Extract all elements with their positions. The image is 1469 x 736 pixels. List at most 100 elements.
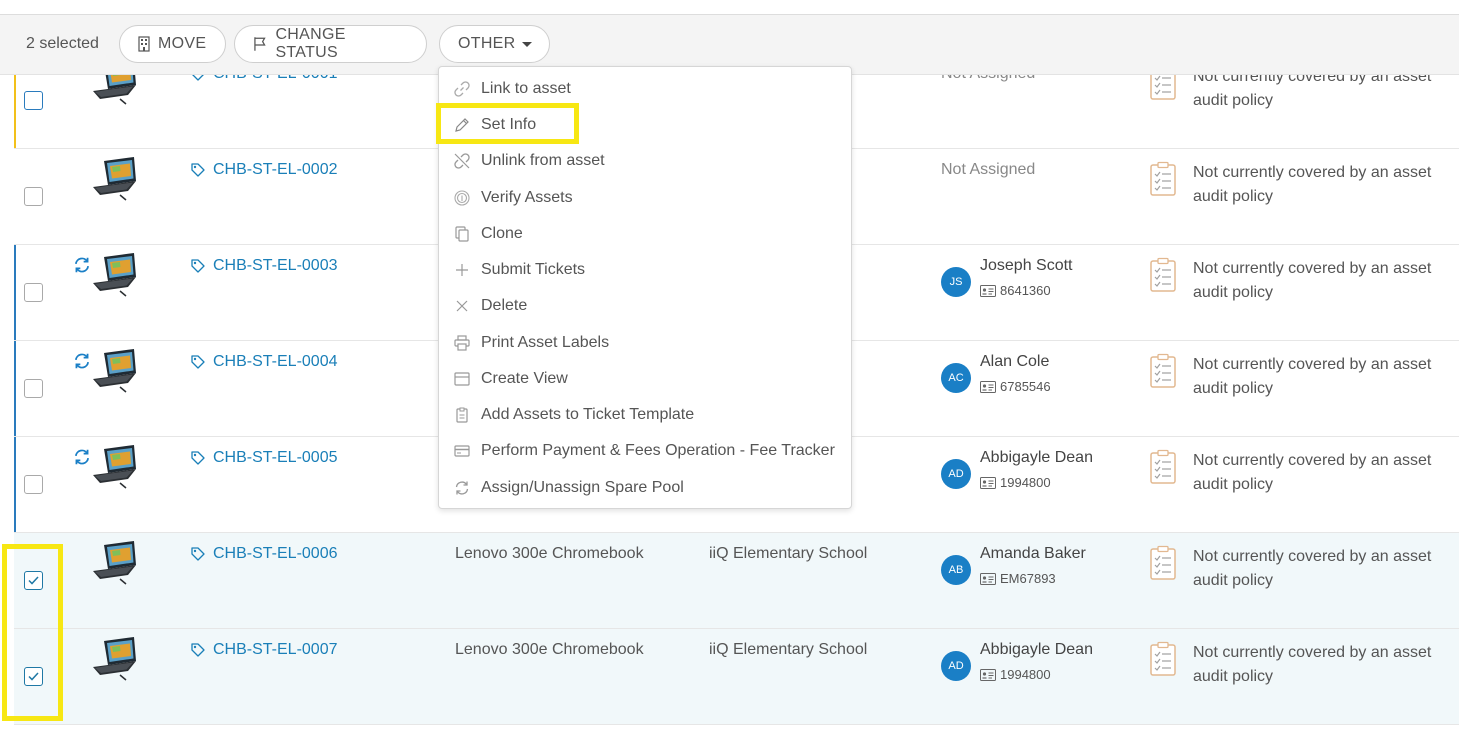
other-button[interactable]: OTHER (439, 25, 550, 63)
menu-item-create-view[interactable]: Create View (453, 367, 568, 391)
audit-clipboard-icon (1149, 161, 1177, 202)
menu-item-label: Perform Payment & Fees Operation - Fee T… (481, 442, 835, 459)
asset-tag: CHB-ST-EL-0005 (213, 449, 338, 466)
move-button[interactable]: MOVE (119, 25, 226, 63)
laptop-thumbnail (90, 349, 140, 398)
row-checkbox[interactable] (24, 379, 43, 398)
menu-item-label: Add Assets to Ticket Template (481, 406, 695, 423)
menu-item-label: Verify Assets (481, 189, 573, 206)
tag-icon (190, 354, 213, 370)
caret-down-icon (521, 41, 532, 47)
laptop-thumbnail (90, 445, 140, 494)
menu-item-assign-unassign-spare-pool[interactable]: Assign/Unassign Spare Pool (453, 476, 684, 500)
row-status-bar (14, 437, 16, 532)
audit-policy-text: Not currently covered by an asset audit … (1193, 644, 1432, 685)
audit-policy-text: Not currently covered by an asset audit … (1193, 356, 1432, 397)
avatar: JS (941, 267, 971, 297)
other-label: OTHER (458, 35, 516, 52)
user-id: EM67893 (980, 571, 1056, 586)
menu-item-label: Clone (481, 225, 523, 242)
menu-item-clone[interactable]: Clone (453, 222, 523, 246)
table-row[interactable]: CHB-ST-EL-0007 Lenovo 300e Chromebook iiQ … (14, 629, 1459, 725)
menu-item-perform-payment-fees-operation-fee-tracker[interactable]: Perform Payment & Fees Operation - Fee T… (453, 439, 835, 463)
laptop-thumbnail (90, 637, 140, 686)
row-checkbox[interactable] (24, 283, 43, 302)
unlink-icon (453, 152, 471, 170)
audit-clipboard-icon (1149, 449, 1177, 490)
asset-tag: CHB-ST-EL-0006 (213, 545, 338, 562)
menu-item-label: Unlink from asset (481, 152, 605, 169)
user-id-value: 8641360 (1000, 283, 1051, 298)
user-name: Abbigayle Dean (980, 449, 1093, 466)
flag-icon (254, 37, 266, 51)
asset-tag-link[interactable]: CHB-ST-EL-0004 (190, 353, 338, 371)
user-name: Alan Cole (980, 353, 1050, 370)
menu-item-link-to-asset[interactable]: Link to asset (453, 77, 571, 101)
avatar: AD (941, 459, 971, 489)
menu-item-label: Assign/Unassign Spare Pool (481, 479, 684, 496)
asset-tag-link[interactable]: CHB-ST-EL-0006 (190, 545, 338, 563)
asset-model: Lenovo 300e Chromebook (455, 641, 644, 658)
tag-icon (190, 450, 213, 466)
asset-model: Lenovo 300e Chromebook (455, 545, 644, 562)
asset-tag: CHB-ST-EL-0004 (213, 353, 338, 370)
menu-item-label: Delete (481, 297, 528, 314)
assigned-status: Not Assigned (941, 161, 1036, 178)
tag-icon (190, 546, 213, 562)
row-checkbox[interactable] (24, 187, 43, 206)
menu-item-delete[interactable]: Delete (453, 294, 527, 318)
audit-policy-text: Not currently covered by an asset audit … (1193, 548, 1432, 589)
avatar: AB (941, 555, 971, 585)
audit-clipboard-icon (1149, 545, 1177, 586)
sync-icon (72, 447, 92, 472)
row-status-bar (14, 245, 16, 340)
printer-icon (453, 334, 471, 352)
clipboard-icon (453, 406, 471, 424)
link-icon (453, 80, 471, 98)
asset-location: iiQ Elementary School (709, 545, 868, 562)
menu-item-print-asset-labels[interactable]: Print Asset Labels (453, 331, 609, 355)
asset-tag: CHB-ST-EL-0003 (213, 257, 338, 274)
table-row[interactable]: CHB-ST-EL-0006 Lenovo 300e Chromebook iiQ … (14, 533, 1459, 629)
menu-item-label: Submit Tickets (481, 261, 586, 278)
user-id-value: 1994800 (1000, 475, 1051, 490)
avatar: AC (941, 363, 971, 393)
menu-item-add-assets-to-ticket-template[interactable]: Add Assets to Ticket Template (453, 403, 694, 427)
user-id-value: 6785546 (1000, 379, 1051, 394)
user-id: 1994800 (980, 475, 1051, 490)
asset-tag: CHB-ST-EL-0007 (213, 641, 338, 658)
change-status-button[interactable]: CHANGE STATUS (234, 25, 427, 63)
asset-tag-link[interactable]: CHB-ST-EL-0007 (190, 641, 338, 659)
asset-tag-link[interactable]: CHB-ST-EL-0003 (190, 257, 338, 275)
tag-icon (190, 642, 213, 658)
laptop-thumbnail (90, 157, 140, 206)
id-card-icon (980, 380, 1000, 393)
id-card-icon (980, 668, 1000, 681)
id-card-icon (980, 476, 1000, 489)
menu-item-verify-assets[interactable]: Verify Assets (453, 186, 573, 210)
menu-item-unlink-from-asset[interactable]: Unlink from asset (453, 149, 605, 173)
selected-count: 2 selected (26, 35, 99, 52)
menu-item-label: Create View (481, 370, 568, 387)
building-icon (138, 36, 150, 52)
user-name: Amanda Baker (980, 545, 1086, 562)
asset-tag-link[interactable]: CHB-ST-EL-0002 (190, 161, 338, 179)
menu-item-submit-tickets[interactable]: Submit Tickets (453, 258, 585, 282)
plus-icon (453, 261, 471, 279)
audit-policy-text: Not currently covered by an asset audit … (1193, 452, 1432, 493)
asset-tag-link[interactable]: CHB-ST-EL-0005 (190, 449, 338, 467)
highlight-set-info (436, 103, 579, 144)
laptop-thumbnail (90, 541, 140, 590)
audit-clipboard-icon (1149, 641, 1177, 682)
audit-policy-text: Not currently covered by an asset audit … (1193, 260, 1432, 301)
audit-policy-text: Not currently covered by an asset audit … (1193, 164, 1432, 205)
user-id-value: EM67893 (1000, 571, 1056, 586)
highlight-selected-checkboxes (2, 544, 63, 721)
window-icon (453, 370, 471, 388)
row-checkbox[interactable] (24, 91, 43, 110)
row-status-bar (14, 341, 16, 436)
asset-location: iiQ Elementary School (709, 641, 868, 658)
tag-icon (190, 162, 213, 178)
x-icon (453, 297, 471, 315)
row-checkbox[interactable] (24, 475, 43, 494)
